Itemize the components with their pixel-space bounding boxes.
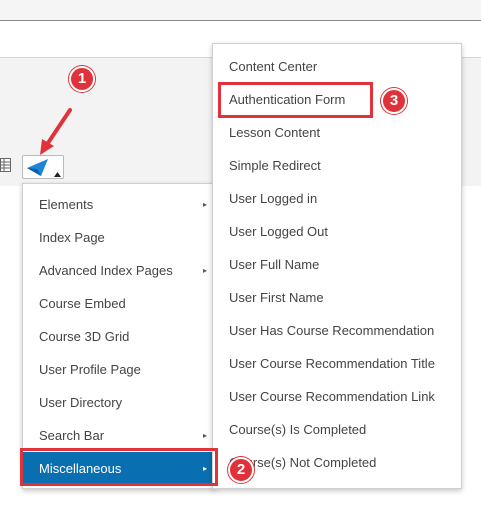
submenu-item-user-course-recommendation-title[interactable]: User Course Recommendation Title — [213, 347, 461, 380]
menu-item-miscellaneous[interactable]: Miscellaneous ▸ — [23, 452, 215, 485]
submenu-item-simple-redirect[interactable]: Simple Redirect — [213, 149, 461, 182]
menu-item-label: Advanced Index Pages — [39, 263, 173, 278]
submenu-item-label: User Full Name — [229, 257, 320, 272]
menu-item-label: Miscellaneous — [39, 461, 122, 476]
menu-item-user-directory[interactable]: User Directory — [23, 386, 215, 419]
menu-item-advanced-index-pages[interactable]: Advanced Index Pages ▸ — [23, 254, 215, 287]
submenu-item-label: Simple Redirect — [229, 158, 321, 173]
submenu-item-label: User Course Recommendation Link — [229, 389, 435, 404]
submenu-item-user-full-name[interactable]: User Full Name — [213, 248, 461, 281]
menu-item-elements[interactable]: Elements ▸ — [23, 188, 215, 221]
miscellaneous-submenu: Content Center Authentication Form Lesso… — [212, 43, 462, 489]
chevron-right-icon: ▸ — [202, 200, 207, 209]
plugin-arrow-icon — [27, 159, 49, 181]
plugin-menu-button[interactable] — [22, 155, 64, 179]
submenu-item-label: User Has Course Recommendation — [229, 323, 435, 338]
menu-item-label: Course Embed — [39, 296, 126, 311]
submenu-item-user-course-recommendation-link[interactable]: User Course Recommendation Link — [213, 380, 461, 413]
submenu-item-lesson-content[interactable]: Lesson Content — [213, 116, 461, 149]
menu-item-course-embed[interactable]: Course Embed — [23, 287, 215, 320]
menu-item-label: User Directory — [39, 395, 123, 410]
submenu-item-label: User First Name — [229, 290, 324, 305]
submenu-item-content-center[interactable]: Content Center — [213, 50, 461, 83]
menu-item-course-3d-grid[interactable]: Course 3D Grid — [23, 320, 215, 353]
table-icon[interactable] — [0, 158, 11, 172]
submenu-item-label: User Logged in — [229, 191, 318, 206]
menu-item-label: User Profile Page — [39, 362, 141, 377]
annotation-badge-3: 3 — [381, 88, 407, 114]
chevron-right-icon: ▸ — [202, 431, 207, 440]
submenu-item-user-first-name[interactable]: User First Name — [213, 281, 461, 314]
menu-item-label: Search Bar — [39, 428, 105, 443]
submenu-item-user-logged-in[interactable]: User Logged in — [213, 182, 461, 215]
chevron-right-icon: ▸ — [202, 266, 207, 275]
submenu-item-label: User Course Recommendation Title — [229, 356, 435, 371]
submenu-item-user-has-course-recommendation[interactable]: User Has Course Recommendation — [213, 314, 461, 347]
chevron-right-icon: ▸ — [202, 464, 207, 473]
submenu-item-label: Course(s) Is Completed — [229, 422, 367, 437]
menu-item-label: Course 3D Grid — [39, 329, 130, 344]
annotation-badge-2: 2 — [228, 457, 254, 483]
submenu-item-authentication-form[interactable]: Authentication Form — [213, 83, 461, 116]
plugin-dropdown-menu: Elements ▸ Index Page Advanced Index Pag… — [22, 183, 216, 489]
menu-item-label: Elements — [39, 197, 94, 212]
menu-item-search-bar[interactable]: Search Bar ▸ — [23, 419, 215, 452]
top-strip — [0, 0, 481, 21]
submenu-item-label: User Logged Out — [229, 224, 329, 239]
annotation-badge-1: 1 — [69, 66, 95, 92]
caret-up-icon — [54, 164, 61, 182]
submenu-item-label: Content Center — [229, 59, 318, 74]
submenu-item-courses-is-completed[interactable]: Course(s) Is Completed — [213, 413, 461, 446]
annotation-arrow-icon — [40, 108, 72, 155]
submenu-item-user-logged-out[interactable]: User Logged Out — [213, 215, 461, 248]
menu-item-user-profile-page[interactable]: User Profile Page — [23, 353, 215, 386]
submenu-item-label: Lesson Content — [229, 125, 321, 140]
menu-item-index-page[interactable]: Index Page — [23, 221, 215, 254]
submenu-item-label: Authentication Form — [229, 92, 346, 107]
menu-item-label: Index Page — [39, 230, 105, 245]
